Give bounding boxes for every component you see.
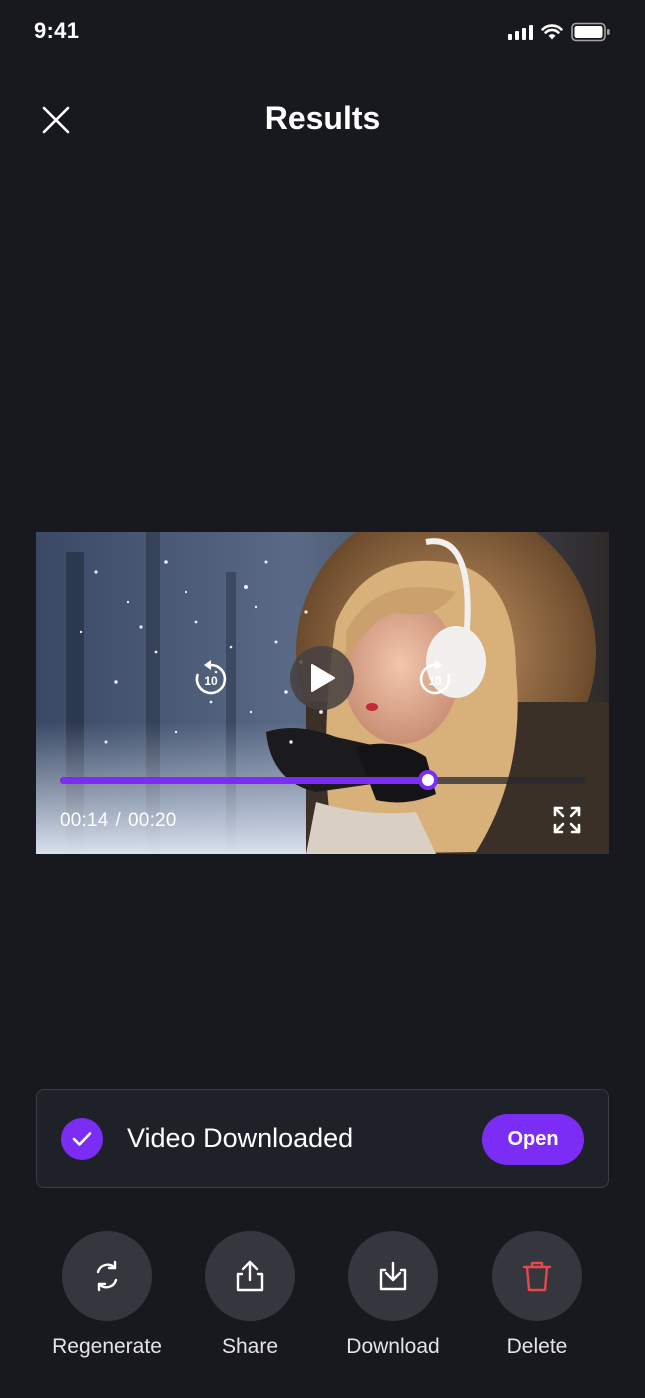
fullscreen-icon <box>553 806 581 834</box>
share-button[interactable]: Share <box>180 1231 320 1359</box>
action-bar: Regenerate Share Download Delete <box>0 1231 645 1361</box>
download-label: Download <box>346 1335 440 1358</box>
video-progress-bar[interactable] <box>60 770 585 790</box>
delete-label: Delete <box>506 1335 568 1358</box>
forward-icon: 10 <box>419 660 451 695</box>
status-time: 9:41 <box>34 18 80 43</box>
svg-text:10: 10 <box>204 674 218 688</box>
delete-button[interactable]: Delete <box>467 1231 607 1359</box>
toast-message: Video Downloaded <box>127 1123 354 1153</box>
rewind-icon: 10 <box>195 660 227 695</box>
page-title: Results <box>264 100 381 136</box>
share-icon <box>236 1260 264 1292</box>
download-icon <box>379 1261 407 1291</box>
wifi-icon <box>541 24 563 40</box>
time-separator: / <box>115 810 122 831</box>
regenerate-label: Regenerate <box>52 1335 162 1358</box>
video-player[interactable]: 10 10 00:14 / 00:20 <box>36 532 609 854</box>
video-time-readout: 00:14 / 00:20 <box>60 810 177 832</box>
download-toast: Video Downloaded Open <box>36 1089 609 1188</box>
refresh-icon <box>96 1260 118 1292</box>
current-time: 00:14 <box>60 810 109 831</box>
battery-icon <box>571 22 610 42</box>
play-button[interactable] <box>290 646 354 710</box>
trash-icon <box>522 1261 552 1292</box>
rewind-10-button[interactable]: 10 <box>188 656 234 702</box>
fullscreen-button[interactable] <box>551 804 583 836</box>
cellular-signal-icon <box>508 24 533 40</box>
play-icon <box>311 664 335 692</box>
regenerate-button[interactable]: Regenerate <box>37 1231 177 1359</box>
video-progress-fill <box>60 777 428 784</box>
svg-text:10: 10 <box>428 674 442 688</box>
total-duration: 00:20 <box>128 810 177 831</box>
results-screen: 9:41 Results 10 10 00:14 / 00:20 Video D… <box>0 0 645 1398</box>
status-icons <box>508 22 611 42</box>
video-progress-thumb[interactable] <box>417 770 438 790</box>
forward-10-button[interactable]: 10 <box>412 656 458 702</box>
share-label: Share <box>221 1335 279 1358</box>
download-button[interactable]: Download <box>323 1231 463 1359</box>
open-button[interactable]: Open <box>482 1114 584 1165</box>
check-icon <box>61 1118 103 1160</box>
